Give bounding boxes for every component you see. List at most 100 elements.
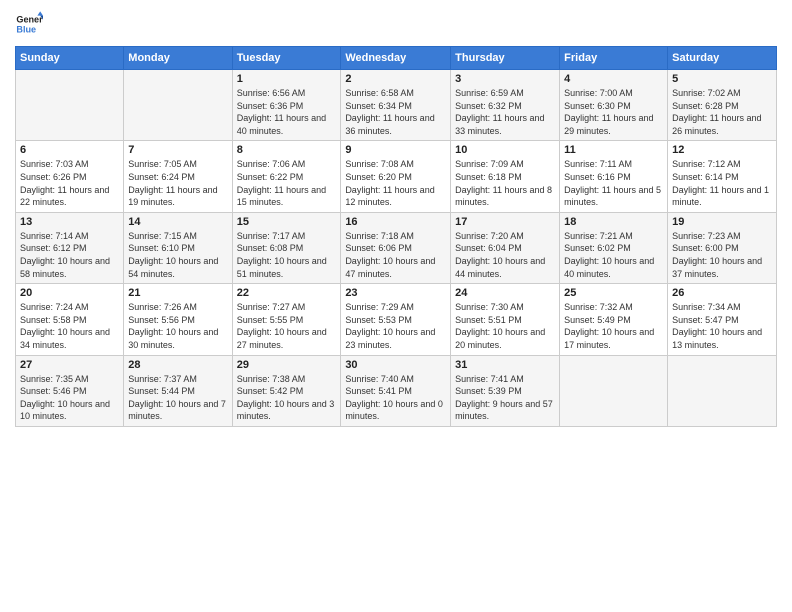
cell-day-number: 20 [20,287,119,299]
calendar-cell: 4 Sunrise: 7:00 AMSunset: 6:30 PMDaylight… [560,70,668,141]
calendar-week-row: 1 Sunrise: 6:56 AMSunset: 6:36 PMDaylight… [16,70,777,141]
calendar-cell: 9 Sunrise: 7:08 AMSunset: 6:20 PMDaylight… [341,141,451,212]
calendar-cell: 28Sunrise: 7:37 AMSunset: 5:44 PMDayligh… [124,355,232,426]
cell-sun-info: Sunrise: 6:56 AMSunset: 6:36 PMDaylight:… [237,87,337,137]
cell-sun-info: Sunrise: 7:00 AMSunset: 6:30 PMDaylight:… [564,87,663,137]
cell-sun-info: Sunrise: 7:12 AMSunset: 6:14 PMDaylight:… [672,158,772,208]
calendar-cell: 22 Sunrise: 7:27 AMSunset: 5:55 PMDayligh… [232,284,341,355]
cell-sun-info: Sunrise: 7:27 AMSunset: 5:55 PMDaylight:… [237,301,337,351]
calendar-header-wednesday: Wednesday [341,47,451,70]
cell-sun-info: Sunrise: 7:03 AMSunset: 6:26 PMDaylight:… [20,158,119,208]
cell-day-number: 24 [455,287,555,299]
cell-day-number: 19 [672,216,772,228]
calendar-cell: 12 Sunrise: 7:12 AMSunset: 6:14 PMDayligh… [668,141,777,212]
calendar-header-sunday: Sunday [16,47,124,70]
cell-sun-info: Sunrise: 7:11 AMSunset: 6:16 PMDaylight:… [564,158,663,208]
cell-day-number: 6 [20,144,119,156]
calendar-cell [668,355,777,426]
cell-day-number: 1 [237,73,337,85]
calendar-cell: 11Sunrise: 7:11 AMSunset: 6:16 PMDayligh… [560,141,668,212]
cell-sun-info: Sunrise: 7:08 AMSunset: 6:20 PMDaylight:… [345,158,446,208]
calendar-cell: 13 Sunrise: 7:14 AMSunset: 6:12 PMDayligh… [16,212,124,283]
logo-icon: General Blue [15,10,43,38]
cell-sun-info: Sunrise: 7:41 AMSunset: 5:39 PMDaylight:… [455,373,555,423]
cell-sun-info: Sunrise: 6:59 AMSunset: 6:32 PMDaylight:… [455,87,555,137]
cell-sun-info: Sunrise: 7:38 AMSunset: 5:42 PMDaylight:… [237,373,337,423]
cell-day-number: 23 [345,287,446,299]
calendar-cell: 31 Sunrise: 7:41 AMSunset: 5:39 PMDayligh… [451,355,560,426]
calendar-cell: 30 Sunrise: 7:40 AMSunset: 5:41 PMDayligh… [341,355,451,426]
calendar-cell: 14Sunrise: 7:15 AMSunset: 6:10 PMDayligh… [124,212,232,283]
svg-text:Blue: Blue [16,24,36,34]
calendar-cell: 25Sunrise: 7:32 AMSunset: 5:49 PMDayligh… [560,284,668,355]
calendar-cell: 18 Sunrise: 7:21 AMSunset: 6:02 PMDayligh… [560,212,668,283]
cell-day-number: 30 [345,359,446,371]
calendar-cell: 21 Sunrise: 7:26 AMSunset: 5:56 PMDayligh… [124,284,232,355]
calendar-cell: 6 Sunrise: 7:03 AMSunset: 6:26 PMDaylight… [16,141,124,212]
cell-day-number: 2 [345,73,446,85]
calendar-cell: 26 Sunrise: 7:34 AMSunset: 5:47 PMDayligh… [668,284,777,355]
calendar-week-row: 13 Sunrise: 7:14 AMSunset: 6:12 PMDayligh… [16,212,777,283]
cell-day-number: 29 [237,359,337,371]
calendar-cell: 7Sunrise: 7:05 AMSunset: 6:24 PMDaylight… [124,141,232,212]
calendar-cell [124,70,232,141]
cell-sun-info: Sunrise: 7:40 AMSunset: 5:41 PMDaylight:… [345,373,446,423]
cell-day-number: 31 [455,359,555,371]
cell-day-number: 26 [672,287,772,299]
cell-day-number: 25 [564,287,663,299]
cell-day-number: 27 [20,359,119,371]
cell-sun-info: Sunrise: 7:20 AMSunset: 6:04 PMDaylight:… [455,230,555,280]
cell-sun-info: Sunrise: 7:21 AMSunset: 6:02 PMDaylight:… [564,230,663,280]
cell-sun-info: Sunrise: 7:14 AMSunset: 6:12 PMDaylight:… [20,230,119,280]
calendar-cell: 17 Sunrise: 7:20 AMSunset: 6:04 PMDayligh… [451,212,560,283]
calendar-cell [560,355,668,426]
svg-text:General: General [16,15,43,25]
logo: General Blue [15,10,43,38]
calendar-cell: 27 Sunrise: 7:35 AMSunset: 5:46 PMDayligh… [16,355,124,426]
calendar-cell: 29 Sunrise: 7:38 AMSunset: 5:42 PMDayligh… [232,355,341,426]
calendar-cell: 24 Sunrise: 7:30 AMSunset: 5:51 PMDayligh… [451,284,560,355]
cell-sun-info: Sunrise: 7:35 AMSunset: 5:46 PMDaylight:… [20,373,119,423]
cell-day-number: 4 [564,73,663,85]
cell-sun-info: Sunrise: 7:05 AMSunset: 6:24 PMDaylight:… [128,158,227,208]
cell-day-number: 22 [237,287,337,299]
calendar-cell: 2 Sunrise: 6:58 AMSunset: 6:34 PMDaylight… [341,70,451,141]
cell-sun-info: Sunrise: 7:02 AMSunset: 6:28 PMDaylight:… [672,87,772,137]
cell-sun-info: Sunrise: 7:23 AMSunset: 6:00 PMDaylight:… [672,230,772,280]
calendar-week-row: 20 Sunrise: 7:24 AMSunset: 5:58 PMDayligh… [16,284,777,355]
calendar-week-row: 6 Sunrise: 7:03 AMSunset: 6:26 PMDaylight… [16,141,777,212]
cell-day-number: 14 [128,216,227,228]
calendar-cell: 5 Sunrise: 7:02 AMSunset: 6:28 PMDaylight… [668,70,777,141]
cell-day-number: 12 [672,144,772,156]
cell-sun-info: Sunrise: 7:34 AMSunset: 5:47 PMDaylight:… [672,301,772,351]
cell-day-number: 3 [455,73,555,85]
cell-day-number: 16 [345,216,446,228]
cell-sun-info: Sunrise: 7:26 AMSunset: 5:56 PMDaylight:… [128,301,227,351]
cell-day-number: 13 [20,216,119,228]
cell-day-number: 21 [128,287,227,299]
cell-sun-info: Sunrise: 7:06 AMSunset: 6:22 PMDaylight:… [237,158,337,208]
cell-sun-info: Sunrise: 7:09 AMSunset: 6:18 PMDaylight:… [455,158,555,208]
cell-day-number: 28 [128,359,227,371]
cell-day-number: 8 [237,144,337,156]
cell-sun-info: Sunrise: 7:18 AMSunset: 6:06 PMDaylight:… [345,230,446,280]
calendar-cell [16,70,124,141]
cell-sun-info: Sunrise: 7:30 AMSunset: 5:51 PMDaylight:… [455,301,555,351]
page: General Blue SundayMondayTuesdayWednesda… [0,0,792,612]
calendar-header-monday: Monday [124,47,232,70]
header: General Blue [15,10,777,38]
calendar-header-saturday: Saturday [668,47,777,70]
cell-day-number: 10 [455,144,555,156]
calendar-cell: 19 Sunrise: 7:23 AMSunset: 6:00 PMDayligh… [668,212,777,283]
cell-day-number: 17 [455,216,555,228]
cell-day-number: 18 [564,216,663,228]
cell-day-number: 15 [237,216,337,228]
cell-sun-info: Sunrise: 6:58 AMSunset: 6:34 PMDaylight:… [345,87,446,137]
calendar-table: SundayMondayTuesdayWednesdayThursdayFrid… [15,46,777,427]
cell-sun-info: Sunrise: 7:17 AMSunset: 6:08 PMDaylight:… [237,230,337,280]
calendar-cell: 10 Sunrise: 7:09 AMSunset: 6:18 PMDayligh… [451,141,560,212]
cell-sun-info: Sunrise: 7:24 AMSunset: 5:58 PMDaylight:… [20,301,119,351]
cell-day-number: 9 [345,144,446,156]
calendar-cell: 1 Sunrise: 6:56 AMSunset: 6:36 PMDaylight… [232,70,341,141]
cell-day-number: 5 [672,73,772,85]
